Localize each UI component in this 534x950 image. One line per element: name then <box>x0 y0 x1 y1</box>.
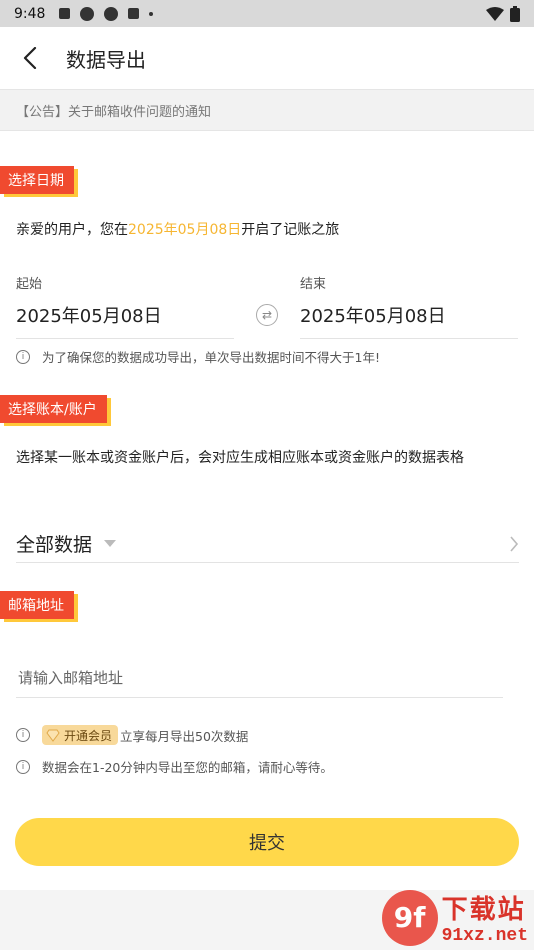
caret-down-icon <box>104 540 117 547</box>
watermark-url: 91xz.net <box>441 926 528 946</box>
main-content: 选择日期 亲爱的用户，您在2025年05月08日开启了记账之旅 起始 2025年… <box>0 131 534 890</box>
battery-icon <box>510 5 520 22</box>
end-date-field[interactable]: 2025年05月08日 <box>300 302 518 339</box>
start-date-label: 起始 <box>16 277 43 292</box>
watermark-text: 下载站 91xz.net <box>442 889 528 946</box>
greeting-suffix: 开启了记账之旅 <box>241 222 340 238</box>
end-date-label: 结束 <box>300 277 327 292</box>
section-tag-book: 选择账本/账户 <box>0 395 107 423</box>
app-notification-icon <box>80 6 95 21</box>
date-hint: i 为了确保您的数据成功导出，单次导出数据时间不得大于1年! <box>16 347 380 366</box>
start-date-field[interactable]: 2025年05月08日 <box>16 302 234 339</box>
greeting-text: 亲爱的用户，您在2025年05月08日开启了记账之旅 <box>16 219 339 239</box>
announcement-bar[interactable]: 【公告】关于邮箱收件问题的通知 <box>0 89 534 131</box>
date-hint-text: 为了确保您的数据成功导出，单次导出数据时间不得大于1年! <box>42 350 380 365</box>
vip-badge[interactable]: 开通会员 <box>42 725 119 745</box>
back-button[interactable] <box>0 27 60 89</box>
info-icon: i <box>16 349 30 364</box>
watermark: 9f 下载站 91xz.net <box>381 889 528 946</box>
swap-icon[interactable]: ⇄ <box>256 304 278 326</box>
watermark-title: 下载站 <box>441 895 526 925</box>
info-icon: i <box>16 728 30 742</box>
chevron-left-icon <box>23 47 37 69</box>
app-header: 数据导出 <box>0 27 534 89</box>
submit-button[interactable]: 提交 <box>15 818 519 866</box>
watermark-logo: 9f <box>381 889 438 946</box>
email-input[interactable] <box>16 658 503 698</box>
diamond-icon <box>46 729 60 742</box>
greeting-date: 2025年05月08日 <box>128 222 242 238</box>
book-selector[interactable]: 全部数据 <box>16 525 519 563</box>
footer-area: 9f 下载站 91xz.net <box>0 889 534 950</box>
greeting-prefix: 亲爱的用户，您在 <box>16 222 128 238</box>
chevron-right-icon <box>510 535 519 552</box>
status-time: 9:48 <box>14 5 46 22</box>
vip-hint-text: 立享每月导出50次数据 <box>120 728 249 744</box>
delay-hint-text: 数据会在1-20分钟内导出至您的邮箱，请耐心等待。 <box>42 760 333 775</box>
notification-icon-2 <box>128 8 140 19</box>
delay-hint: i 数据会在1-20分钟内导出至您的邮箱，请耐心等待。 <box>16 757 333 776</box>
vip-badge-label: 开通会员 <box>64 728 113 743</box>
book-selected-value: 全部数据 <box>16 534 93 556</box>
more-notifications-icon <box>149 11 154 16</box>
section-tag-date: 选择日期 <box>0 166 74 194</box>
vip-hint: i 开通会员 立享每月导出50次数据 <box>16 725 248 745</box>
page-title: 数据导出 <box>66 47 146 72</box>
info-icon: i <box>16 759 30 774</box>
notification-icon <box>59 8 71 19</box>
book-description: 选择某一账本或资金账户后，会对应生成相应账本或资金账户的数据表格 <box>16 450 464 466</box>
app-notification-icon-2 <box>104 6 119 21</box>
status-bar: 9:48 <box>0 0 534 27</box>
wifi-icon <box>486 6 504 21</box>
section-tag-email: 邮箱地址 <box>0 591 74 619</box>
